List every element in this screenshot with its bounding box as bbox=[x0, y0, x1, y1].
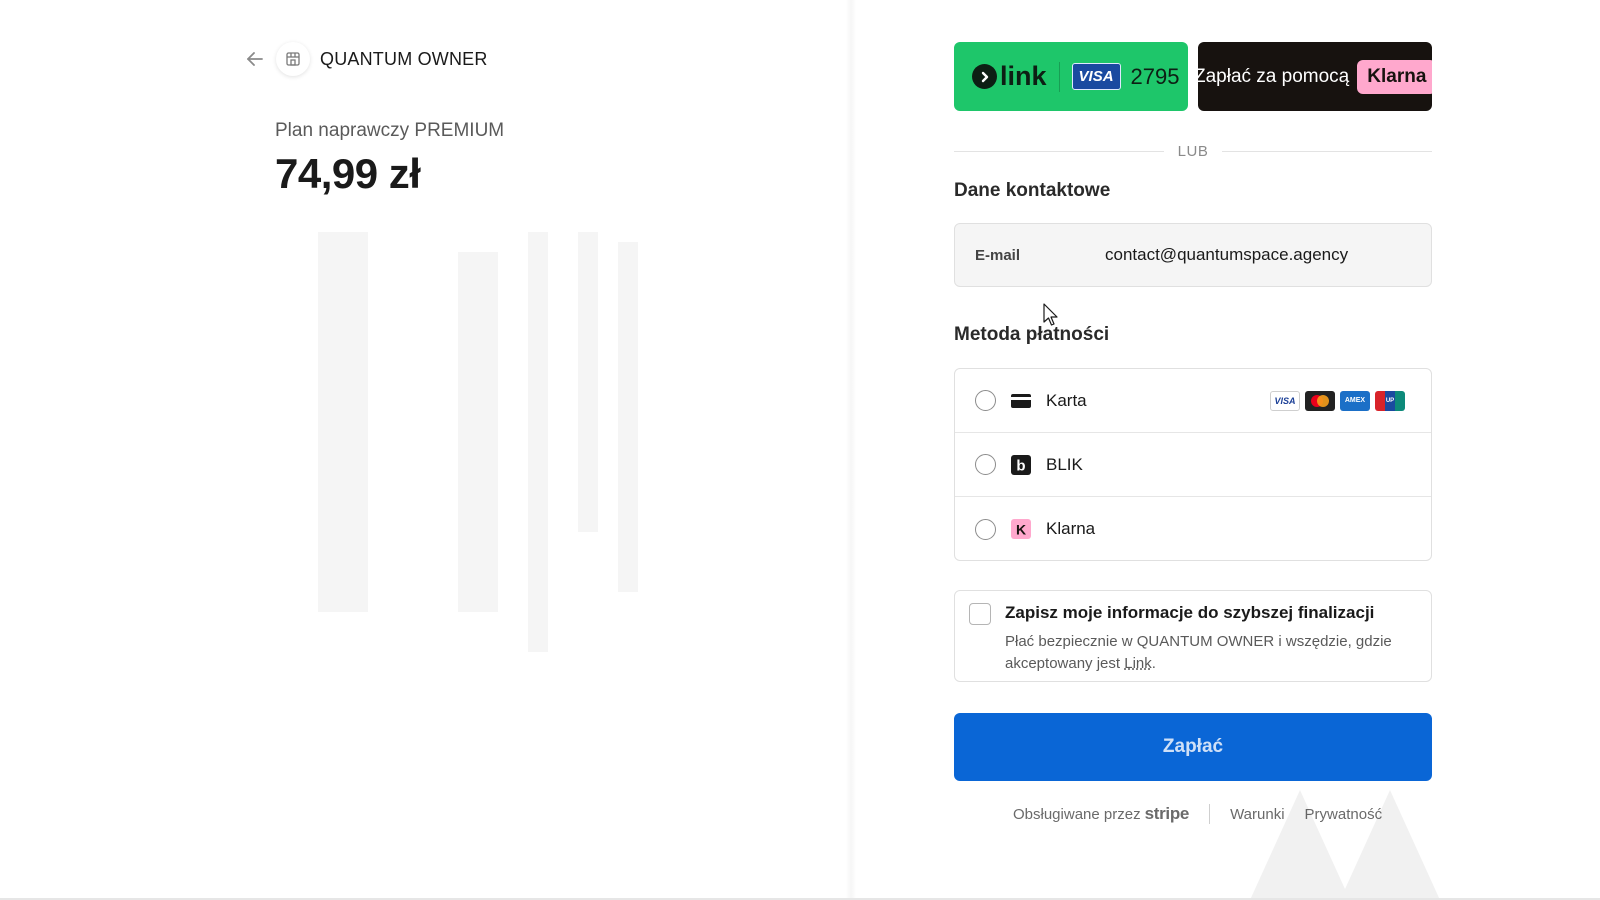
payment-option-card[interactable]: Karta VISA AMEX UP bbox=[955, 369, 1431, 433]
product-price: 74,99 zł bbox=[275, 150, 421, 197]
klarna-logo: Klarna bbox=[1357, 59, 1432, 94]
save-info-panel: Zapisz moje informacje do szybszej final… bbox=[954, 590, 1432, 682]
visa-icon: VISA bbox=[1270, 390, 1300, 411]
product-name: Plan naprawczy PREMIUM bbox=[275, 120, 505, 141]
payment-option-klarna[interactable]: K Klarna bbox=[955, 497, 1431, 561]
payment-option-label: BLIK bbox=[1046, 454, 1083, 474]
background-decoration bbox=[318, 232, 678, 732]
or-divider: LUB bbox=[954, 141, 1432, 161]
radio-klarna[interactable] bbox=[975, 518, 996, 540]
mastercard-icon bbox=[1305, 390, 1335, 411]
or-text: LUB bbox=[1177, 142, 1209, 160]
save-info-description: Płać bezpiecznie w QUANTUM OWNER i wszęd… bbox=[1005, 633, 1392, 672]
mouse-cursor-icon bbox=[1043, 303, 1058, 326]
save-info-checkbox[interactable] bbox=[969, 603, 991, 625]
blik-icon: b bbox=[1010, 454, 1032, 476]
watermark-decoration bbox=[1250, 790, 1440, 900]
email-value[interactable]: contact@quantumspace.agency bbox=[1105, 245, 1348, 265]
pane-divider bbox=[846, 0, 856, 900]
unionpay-icon: UP bbox=[1375, 390, 1405, 411]
save-info-title: Zapisz moje informacje do szybszej final… bbox=[1005, 603, 1375, 622]
payment-option-blik[interactable]: b BLIK bbox=[955, 433, 1431, 497]
stripe-logo[interactable]: stripe bbox=[1145, 804, 1190, 824]
pay-button[interactable]: Zapłać bbox=[954, 713, 1432, 781]
amex-icon: AMEX bbox=[1340, 390, 1370, 411]
footer-separator bbox=[1209, 804, 1211, 824]
payment-method-list: Karta VISA AMEX UP b BLIK K Klarna bbox=[954, 368, 1432, 561]
visa-icon: VISA bbox=[1071, 63, 1121, 90]
store-icon bbox=[276, 42, 310, 76]
link-logo-text: link bbox=[1000, 61, 1047, 91]
credit-card-icon bbox=[1010, 390, 1032, 412]
link-separator bbox=[1058, 61, 1060, 92]
email-label: E-mail bbox=[975, 246, 1021, 264]
klarna-button-text: Zapłać za pomocą bbox=[1198, 65, 1350, 87]
radio-card[interactable] bbox=[975, 390, 996, 411]
klarna-icon: K bbox=[1010, 518, 1032, 540]
svg-text:K: K bbox=[1016, 522, 1026, 538]
link-info-link[interactable]: Link bbox=[1124, 655, 1152, 672]
merchant-header: QUANTUM OWNER bbox=[244, 42, 488, 76]
payment-method-title: Metoda płatności bbox=[954, 324, 1110, 345]
payment-option-label: Karta bbox=[1046, 390, 1087, 410]
svg-text:b: b bbox=[1016, 457, 1025, 474]
payment-option-label: Klarna bbox=[1046, 519, 1096, 538]
radio-blik[interactable] bbox=[975, 454, 996, 475]
link-chevron-icon bbox=[972, 64, 997, 89]
store-name: QUANTUM OWNER bbox=[320, 48, 488, 69]
link-pay-button[interactable]: link VISA 2795 bbox=[954, 42, 1188, 111]
card-brands: VISA AMEX UP bbox=[1270, 390, 1405, 411]
card-last4: 2795 bbox=[1130, 63, 1180, 89]
klarna-pay-button[interactable]: Zapłać za pomocą Klarna bbox=[1198, 42, 1432, 111]
contact-section-title: Dane kontaktowe bbox=[954, 180, 1111, 201]
arrow-left-icon[interactable] bbox=[244, 48, 266, 70]
powered-by-text: Obsługiwane przez bbox=[1013, 805, 1141, 823]
email-field[interactable]: E-mail contact@quantumspace.agency bbox=[954, 223, 1432, 287]
